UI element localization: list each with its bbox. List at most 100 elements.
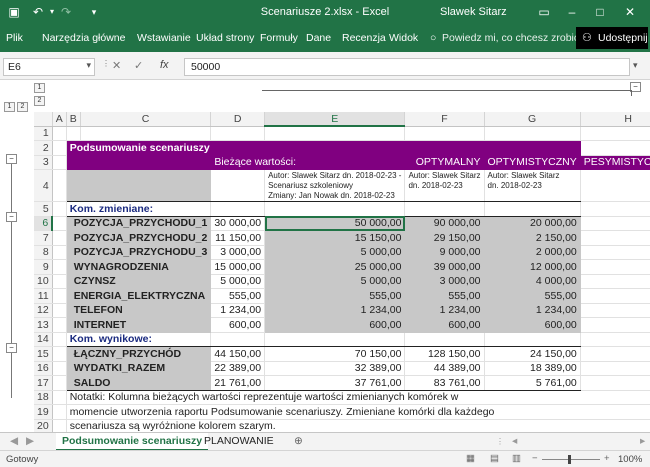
scenario-value[interactable]: 70 150,00 <box>264 346 406 362</box>
scenario-value[interactable]: 18 389,00 <box>484 361 581 376</box>
tab-formulas[interactable]: Formuły <box>260 32 298 44</box>
cell[interactable] <box>404 126 485 141</box>
cell[interactable] <box>66 126 81 141</box>
row-header[interactable]: 17 <box>34 375 53 391</box>
row-header[interactable]: 20 <box>34 419 53 432</box>
cell[interactable] <box>580 332 650 347</box>
cell[interactable] <box>210 331 266 347</box>
row-header[interactable]: 1 <box>34 126 53 141</box>
cell[interactable] <box>580 346 650 362</box>
current-value[interactable]: 15 000,00 <box>210 259 266 275</box>
row-header[interactable]: 9 <box>34 259 53 275</box>
current-value[interactable]: 11 150,00 <box>210 230 266 246</box>
cell[interactable] <box>484 201 581 217</box>
scenario-value[interactable]: 25 000,00 <box>264 259 406 275</box>
cell[interactable] <box>580 274 650 289</box>
column-header[interactable]: A <box>52 112 67 127</box>
variable-name[interactable]: POZYCJA_PRZYCHODU_2 <box>74 230 212 246</box>
current-value[interactable]: 600,00 <box>210 317 266 333</box>
notes-line[interactable]: Notatki: Kolumna bieżących wartości repr… <box>66 390 650 405</box>
variable-name[interactable]: ENERGIA_ELEKTRYCZNA <box>74 288 212 304</box>
tell-me-search[interactable]: Powiedz mi, co chcesz zrobić <box>442 32 579 44</box>
next-sheet-icon[interactable]: ▶ <box>20 433 40 451</box>
cell[interactable] <box>404 331 485 347</box>
cell[interactable] <box>580 361 650 376</box>
tab-file[interactable]: Plik <box>6 32 23 44</box>
cell[interactable] <box>580 317 650 333</box>
zoom-in-icon[interactable]: + <box>604 453 610 464</box>
variable-name[interactable]: POZYCJA_PRZYCHODU_1 <box>74 216 212 231</box>
column-header[interactable]: D <box>210 112 266 127</box>
scenario-value[interactable]: 1 234,00 <box>404 303 485 318</box>
row-header[interactable]: 14 <box>34 332 53 347</box>
row-header[interactable]: 2 <box>34 140 53 156</box>
cell[interactable] <box>484 126 581 141</box>
scenario-value[interactable]: 555,00 <box>484 288 581 304</box>
scenario-value[interactable]: 5 000,00 <box>264 274 406 289</box>
cell[interactable] <box>52 155 67 170</box>
tab-page-layout[interactable]: Układ strony <box>196 32 254 44</box>
row-header[interactable]: 13 <box>34 317 53 333</box>
author-note-g[interactable]: Autor: Slawek Sitarz dn. 2018-02-23 <box>484 169 581 202</box>
maximize-icon[interactable]: □ <box>592 4 608 20</box>
scenario-value[interactable]: 4 000,00 <box>484 274 581 289</box>
cell[interactable] <box>52 126 67 141</box>
name-box[interactable]: E6 ▾ <box>3 58 95 76</box>
row-header-selected[interactable]: 6 <box>34 216 54 231</box>
scenario-value[interactable]: 600,00 <box>264 317 406 333</box>
variable-name[interactable]: POZYCJA_PRZYCHODU_3 <box>74 245 212 260</box>
current-values-header[interactable]: Bieżące wartości: <box>210 155 406 170</box>
scenario-value[interactable]: 39 000,00 <box>404 259 485 275</box>
scenario-value[interactable]: 5 761,00 <box>484 375 581 391</box>
minimize-icon[interactable]: – <box>564 4 580 20</box>
cell[interactable] <box>580 126 650 141</box>
scenario-header[interactable]: OPTYMISTYCZNY <box>484 155 581 170</box>
cell[interactable] <box>52 216 67 231</box>
cell[interactable] <box>580 259 650 275</box>
row-header[interactable]: 11 <box>34 288 53 304</box>
chevron-down-icon[interactable]: ▾ <box>86 60 91 71</box>
col-outline-level-1[interactable]: 1 <box>34 83 45 93</box>
tab-home[interactable]: Narzędzia główne <box>42 32 125 44</box>
cell[interactable] <box>264 201 406 217</box>
row-header[interactable]: 10 <box>34 274 53 289</box>
row-header[interactable]: 19 <box>34 404 53 420</box>
cell[interactable] <box>580 375 650 391</box>
scenario-value[interactable]: 44 389,00 <box>404 361 485 376</box>
user-name[interactable]: Slawek Sitarz <box>440 6 507 18</box>
scenario-value[interactable]: 3 000,00 <box>404 274 485 289</box>
expand-formula-icon[interactable]: ▾ <box>633 60 638 71</box>
variable-name[interactable]: TELEFON <box>74 303 212 318</box>
ribbon-display-icon[interactable]: ▭ <box>536 4 552 20</box>
result-cells-label[interactable]: Kom. wynikowe: <box>66 331 212 347</box>
zoom-slider-thumb[interactable] <box>568 455 571 464</box>
current-value[interactable]: 5 000,00 <box>210 274 266 289</box>
cell[interactable] <box>580 288 650 304</box>
current-value[interactable]: 30 000,00 <box>210 216 266 231</box>
changing-cells-label[interactable]: Kom. zmieniane: <box>66 201 212 217</box>
author-note-e[interactable]: Autor: Slawek Sitarz dn. 2018-02-23 - Sc… <box>264 169 406 202</box>
result-name[interactable]: WYDATKI_RAZEM <box>74 361 212 376</box>
worksheet-grid[interactable]: A B C D E F G H 1 2 Podsumowanie scenari… <box>0 112 650 432</box>
current-value[interactable]: 3 000,00 <box>210 245 266 260</box>
formula-input[interactable]: 50000 <box>184 58 630 76</box>
scenario-value[interactable]: 29 150,00 <box>404 230 485 246</box>
page-layout-icon[interactable]: ▤ <box>490 453 499 464</box>
scenario-value[interactable]: 12 000,00 <box>484 259 581 275</box>
row-header[interactable]: 16 <box>34 361 53 376</box>
current-value[interactable]: 1 234,00 <box>210 303 266 318</box>
notes-line[interactable]: scenariusza są wyróżnione kolorem szarym… <box>66 419 650 432</box>
cell[interactable] <box>52 419 67 432</box>
scenario-value[interactable]: 32 389,00 <box>264 361 406 376</box>
zoom-out-icon[interactable]: − <box>532 453 538 464</box>
cell[interactable] <box>210 201 266 217</box>
cell[interactable] <box>210 169 266 202</box>
cell[interactable] <box>80 169 212 202</box>
share-button[interactable]: ⚇ Udostępnij <box>576 27 648 49</box>
cell[interactable] <box>52 140 67 156</box>
cell[interactable] <box>52 346 67 362</box>
cell[interactable] <box>484 331 581 347</box>
cell[interactable] <box>580 169 650 202</box>
cell[interactable] <box>52 375 67 391</box>
cell[interactable] <box>52 245 67 260</box>
